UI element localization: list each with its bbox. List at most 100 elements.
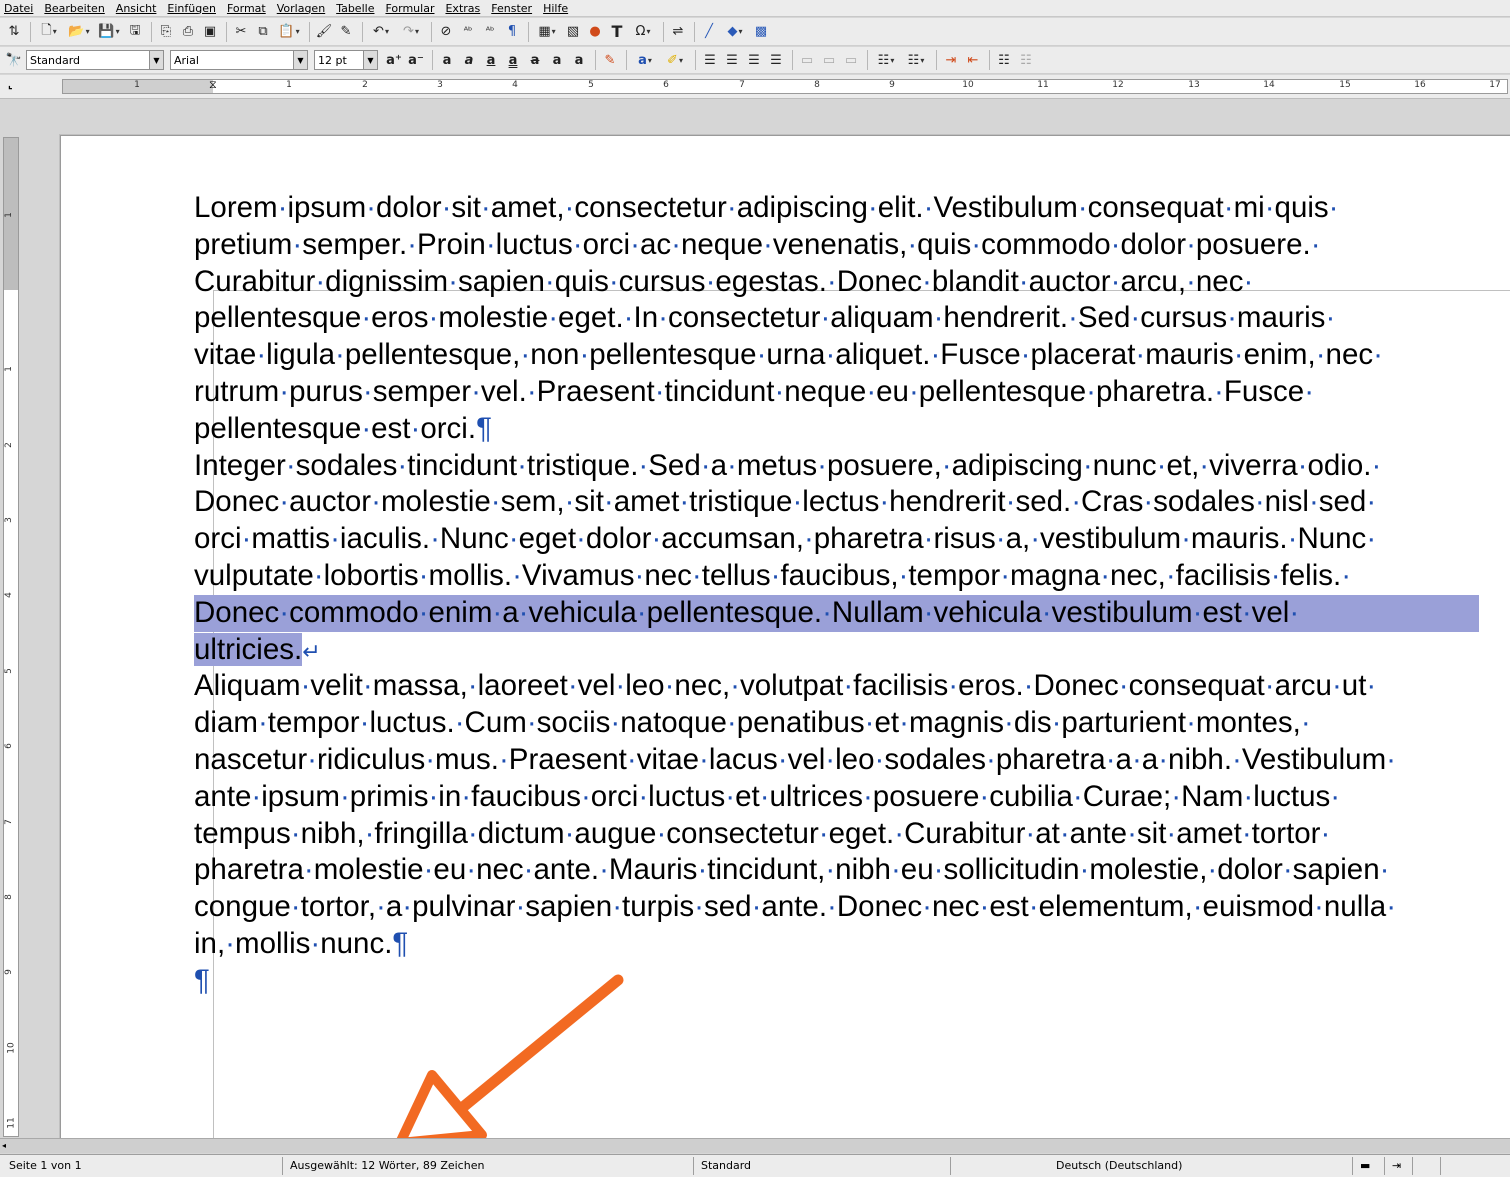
- ruler-tick-label: 9: [3, 969, 14, 975]
- menu-ansicht[interactable]: Ansicht: [116, 2, 157, 15]
- print-icon[interactable]: ⎙: [178, 22, 198, 42]
- menu-format[interactable]: Format: [227, 2, 266, 15]
- highlighting-icon[interactable]: ✐: [661, 50, 689, 70]
- align-center-icon[interactable]: ☰: [722, 50, 742, 70]
- bullets-icon[interactable]: ☷: [872, 50, 900, 70]
- line-break-mark: ↵: [302, 638, 321, 664]
- ruler-tick-label: 10: [6, 1042, 17, 1054]
- ruler-tick-label: 7: [3, 819, 14, 825]
- menu-bearbeiten[interactable]: Bearbeiten: [44, 2, 104, 15]
- chevron-down-icon[interactable]: ▼: [293, 51, 307, 69]
- font-name-combo[interactable]: Arial ▼: [170, 50, 308, 70]
- align-right-icon[interactable]: ☰: [744, 50, 764, 70]
- clear-direct-formatting-icon[interactable]: ✎: [600, 50, 620, 70]
- open-folder-icon[interactable]: 📂: [65, 22, 93, 42]
- shrink-font-icon[interactable]: a⁻: [406, 50, 426, 70]
- paste-icon[interactable]: 📋: [275, 22, 303, 42]
- paragraph-style-combo[interactable]: Standard ▼: [26, 50, 164, 70]
- draw-functions-icon[interactable]: ▩: [751, 22, 771, 42]
- hyperlink-icon[interactable]: ⇌: [668, 22, 688, 42]
- image-icon[interactable]: ▧: [563, 22, 583, 42]
- selection-mode-icon[interactable]: ⇥: [1392, 1159, 1401, 1172]
- page-indicator[interactable]: Seite 1 von 1: [9, 1159, 82, 1172]
- menu-hilfe[interactable]: Hilfe: [543, 2, 568, 15]
- outline-icon[interactable]: a: [569, 50, 589, 70]
- paragraph-settings-icon[interactable]: ☷: [1016, 50, 1036, 70]
- indent-marker-icon[interactable]: ⧖: [209, 78, 217, 92]
- basic-shapes-icon[interactable]: ◆: [721, 22, 749, 42]
- ruler-tick-label: 4: [512, 80, 518, 90]
- menu-fenster[interactable]: Fenster: [491, 2, 532, 15]
- menu-formular[interactable]: Formular: [385, 2, 434, 15]
- save-icon[interactable]: 💾: [95, 22, 123, 42]
- special-character-icon[interactable]: Ω: [629, 22, 657, 42]
- vertical-ruler[interactable]: 1 1 2 3 4 5 6 7 8 9 10 11: [3, 137, 19, 1137]
- shadow-icon[interactable]: a: [547, 50, 567, 70]
- save-as-icon[interactable]: 🖫: [125, 22, 145, 42]
- align-top-icon[interactable]: ▭: [797, 50, 817, 70]
- text-line: Aliquam·velit·massa,·laoreet·vel·leo·nec…: [194, 669, 1377, 703]
- scroll-left-icon[interactable]: ◂: [2, 1141, 11, 1151]
- increase-indent-icon[interactable]: ⇥: [941, 50, 961, 70]
- clear-formatting-icon[interactable]: ✎: [336, 22, 356, 42]
- align-bottom-icon[interactable]: ▭: [841, 50, 861, 70]
- autospellcheck-icon[interactable]: ᴬᵇ: [480, 22, 500, 42]
- align-left-icon[interactable]: ☰: [700, 50, 720, 70]
- underline-icon[interactable]: a: [481, 50, 501, 70]
- language[interactable]: Deutsch (Deutschland): [1056, 1159, 1182, 1172]
- italic-icon[interactable]: a: [459, 50, 479, 70]
- font-name-value: Arial: [174, 53, 199, 67]
- textbox-icon[interactable]: T: [607, 22, 627, 42]
- strikethrough-icon[interactable]: a: [525, 50, 545, 70]
- cut-icon[interactable]: ✂: [231, 22, 251, 42]
- bold-icon[interactable]: a: [437, 50, 457, 70]
- chart-icon[interactable]: ●: [585, 22, 605, 42]
- menu-einfuegen[interactable]: Einfügen: [167, 2, 216, 15]
- justify-icon[interactable]: ☰: [766, 50, 786, 70]
- horizontal-ruler[interactable]: 1 1 2 3 4 5 6 7 8 9 10 11 12 13 14 15 16 17 ⧖: [62, 78, 1508, 94]
- toolbar-options-icon[interactable]: ⇅: [4, 22, 24, 42]
- table-icon[interactable]: ▦: [533, 22, 561, 42]
- insert-mode-icon[interactable]: ▬: [1360, 1159, 1370, 1172]
- ruler-tick-label: 12: [1112, 80, 1124, 90]
- undo-icon[interactable]: ↶: [367, 22, 395, 42]
- menu-tabelle[interactable]: Tabelle: [336, 2, 374, 15]
- clone-formatting-icon[interactable]: 🖌: [314, 22, 334, 42]
- text-line: pharetra·molestie·eu·nec·ante.·Mauris·ti…: [194, 853, 1390, 887]
- chevron-down-icon[interactable]: ▼: [363, 51, 377, 69]
- horizontal-ruler-area: ⌞ 1 1 2 3 4 5 6 7 8 9 10 11 12 13 14 15 16 17 ⧖: [0, 75, 1510, 99]
- font-size-combo[interactable]: 12 pt ▼: [314, 50, 378, 70]
- menu-datei[interactable]: Datei: [4, 2, 33, 15]
- grow-font-icon[interactable]: a⁺: [384, 50, 404, 70]
- double-underline-icon[interactable]: a: [503, 50, 523, 70]
- copy-icon[interactable]: ⧉: [253, 22, 273, 42]
- align-middle-icon[interactable]: ▭: [819, 50, 839, 70]
- ruler-tick-label: 11: [6, 1117, 17, 1129]
- font-color-icon[interactable]: a: [631, 50, 659, 70]
- text-line: Curabitur·dignissim·sapien·quis·cursus·e…: [194, 264, 1254, 298]
- tab-stop-selector-icon[interactable]: ⌞: [8, 80, 13, 91]
- redo-icon[interactable]: ↷: [397, 22, 425, 42]
- menu-vorlagen[interactable]: Vorlagen: [277, 2, 325, 15]
- chevron-down-icon[interactable]: ▼: [149, 51, 163, 69]
- ruler-tick-label: 3: [437, 80, 443, 90]
- line-icon[interactable]: ╱: [699, 22, 719, 42]
- document-body[interactable]: Lorem·ipsum·dolor·sit·amet,·consectetur·…: [194, 190, 1484, 1000]
- horizontal-scrollbar[interactable]: ◂: [0, 1138, 1510, 1153]
- new-document-icon[interactable]: 🗋: [35, 22, 63, 42]
- formatting-marks-icon[interactable]: ¶: [502, 22, 522, 42]
- navigator-icon[interactable]: ⊘: [436, 22, 456, 42]
- styles-formatting-icon[interactable]: 🔭: [4, 50, 24, 70]
- ruler-tick-label: 9: [889, 80, 895, 90]
- text-line: congue·tortor,·a·pulvinar·sapien·turpis·…: [194, 890, 1397, 924]
- numbering-icon[interactable]: ☷: [902, 50, 930, 70]
- export-pdf-icon[interactable]: ⎘: [156, 22, 176, 42]
- decrease-indent-icon[interactable]: ⇤: [963, 50, 983, 70]
- selection-count[interactable]: Ausgewählt: 12 Wörter, 89 Zeichen: [290, 1159, 484, 1172]
- print-preview-icon[interactable]: ▣: [200, 22, 220, 42]
- page-style[interactable]: Standard: [701, 1159, 751, 1172]
- paragraph-list-icon[interactable]: ☷: [994, 50, 1014, 70]
- spellcheck-icon[interactable]: ᴬᵇ: [458, 22, 478, 42]
- menu-extras[interactable]: Extras: [445, 2, 480, 15]
- text-line: Lorem·ipsum·dolor·sit·amet,·consectetur·…: [194, 191, 1339, 224]
